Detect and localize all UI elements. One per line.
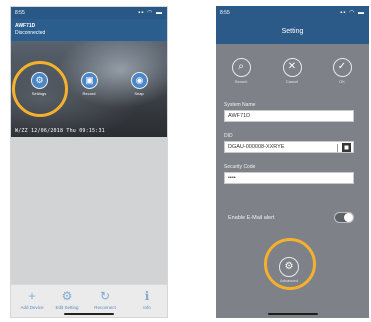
device-header[interactable]: AWF71D Disconnected xyxy=(11,19,167,41)
device-name: AWF71D xyxy=(15,23,36,29)
video-timestamp: W/ZZ 12/06/2018 Thu 09:15:31 xyxy=(15,128,105,134)
bottom-toolbar: + Add Device ⚙ Edit Setting ↻ Reconnect … xyxy=(11,284,167,317)
close-icon: ✕ xyxy=(282,58,302,77)
record-label: Record xyxy=(82,91,96,96)
highlight-circle xyxy=(12,61,68,117)
status-bar: 8:55 ▪▪ ◠ ▬ xyxy=(11,7,167,19)
status-time: 8:55 xyxy=(15,10,25,16)
reconnect-button[interactable]: ↻ Reconnect xyxy=(89,289,121,310)
snap-label: Snap xyxy=(134,91,144,96)
camera-icon: ◉ xyxy=(135,75,144,85)
did-field[interactable]: DGAU-000008-XXRYE xyxy=(224,141,354,153)
ok-button[interactable]: ✓ OK xyxy=(327,58,357,84)
email-alert-toggle[interactable] xyxy=(334,212,354,223)
settings-screen: 8:55 ▪▪ ◠ ▬ Setting ⌕ Search ✕ Cancel ✓ … xyxy=(216,6,369,318)
security-code-field[interactable]: •••• xyxy=(224,172,354,184)
did-value: DGAU-000008-XXRYE xyxy=(228,144,285,150)
home-indicator xyxy=(64,313,114,315)
info-icon: ℹ xyxy=(144,289,150,303)
snap-button[interactable]: ◉ xyxy=(131,72,148,89)
security-code-label: Security Code xyxy=(224,164,256,170)
status-bar: 8:55 ▪▪ ◠ ▬ xyxy=(216,6,369,20)
device-state: Disconnected xyxy=(15,30,46,36)
highlight-circle xyxy=(264,238,316,290)
page-title: Setting xyxy=(216,20,369,44)
edit-setting-button[interactable]: ⚙ Edit Setting xyxy=(51,289,83,310)
search-button[interactable]: ⌕ Search xyxy=(226,58,256,84)
signal-wifi-battery-icon: ▪▪ ◠ ▬ xyxy=(340,10,365,16)
record-button[interactable]: ▣ xyxy=(81,72,98,89)
home-indicator xyxy=(267,313,318,315)
refresh-icon: ↻ xyxy=(99,289,111,303)
qr-code-icon[interactable] xyxy=(342,143,351,152)
system-name-label: System Name xyxy=(224,102,256,108)
signal-wifi-battery-icon: ▪▪ ◠ ▬ xyxy=(138,10,163,16)
field-separator xyxy=(337,144,338,152)
gear-icon: ⚙ xyxy=(61,289,73,303)
device-list-screen: 8:55 ▪▪ ◠ ▬ AWF71D Disconnected ⚙ Settin… xyxy=(10,6,168,318)
cancel-button[interactable]: ✕ Cancel xyxy=(277,58,307,84)
toggle-knob xyxy=(344,213,353,222)
status-time: 8:55 xyxy=(220,10,230,16)
plus-icon: + xyxy=(28,289,36,303)
search-icon: ⌕ xyxy=(231,58,251,77)
system-name-field[interactable]: AWF71D xyxy=(224,110,354,122)
record-icon: ▣ xyxy=(85,75,94,85)
info-button[interactable]: ℹ Info xyxy=(131,289,163,310)
did-label: DID xyxy=(224,133,233,139)
add-device-button[interactable]: + Add Device xyxy=(16,289,48,310)
check-icon: ✓ xyxy=(332,58,352,77)
email-alert-label: Enable E-Mail alert xyxy=(228,215,275,221)
